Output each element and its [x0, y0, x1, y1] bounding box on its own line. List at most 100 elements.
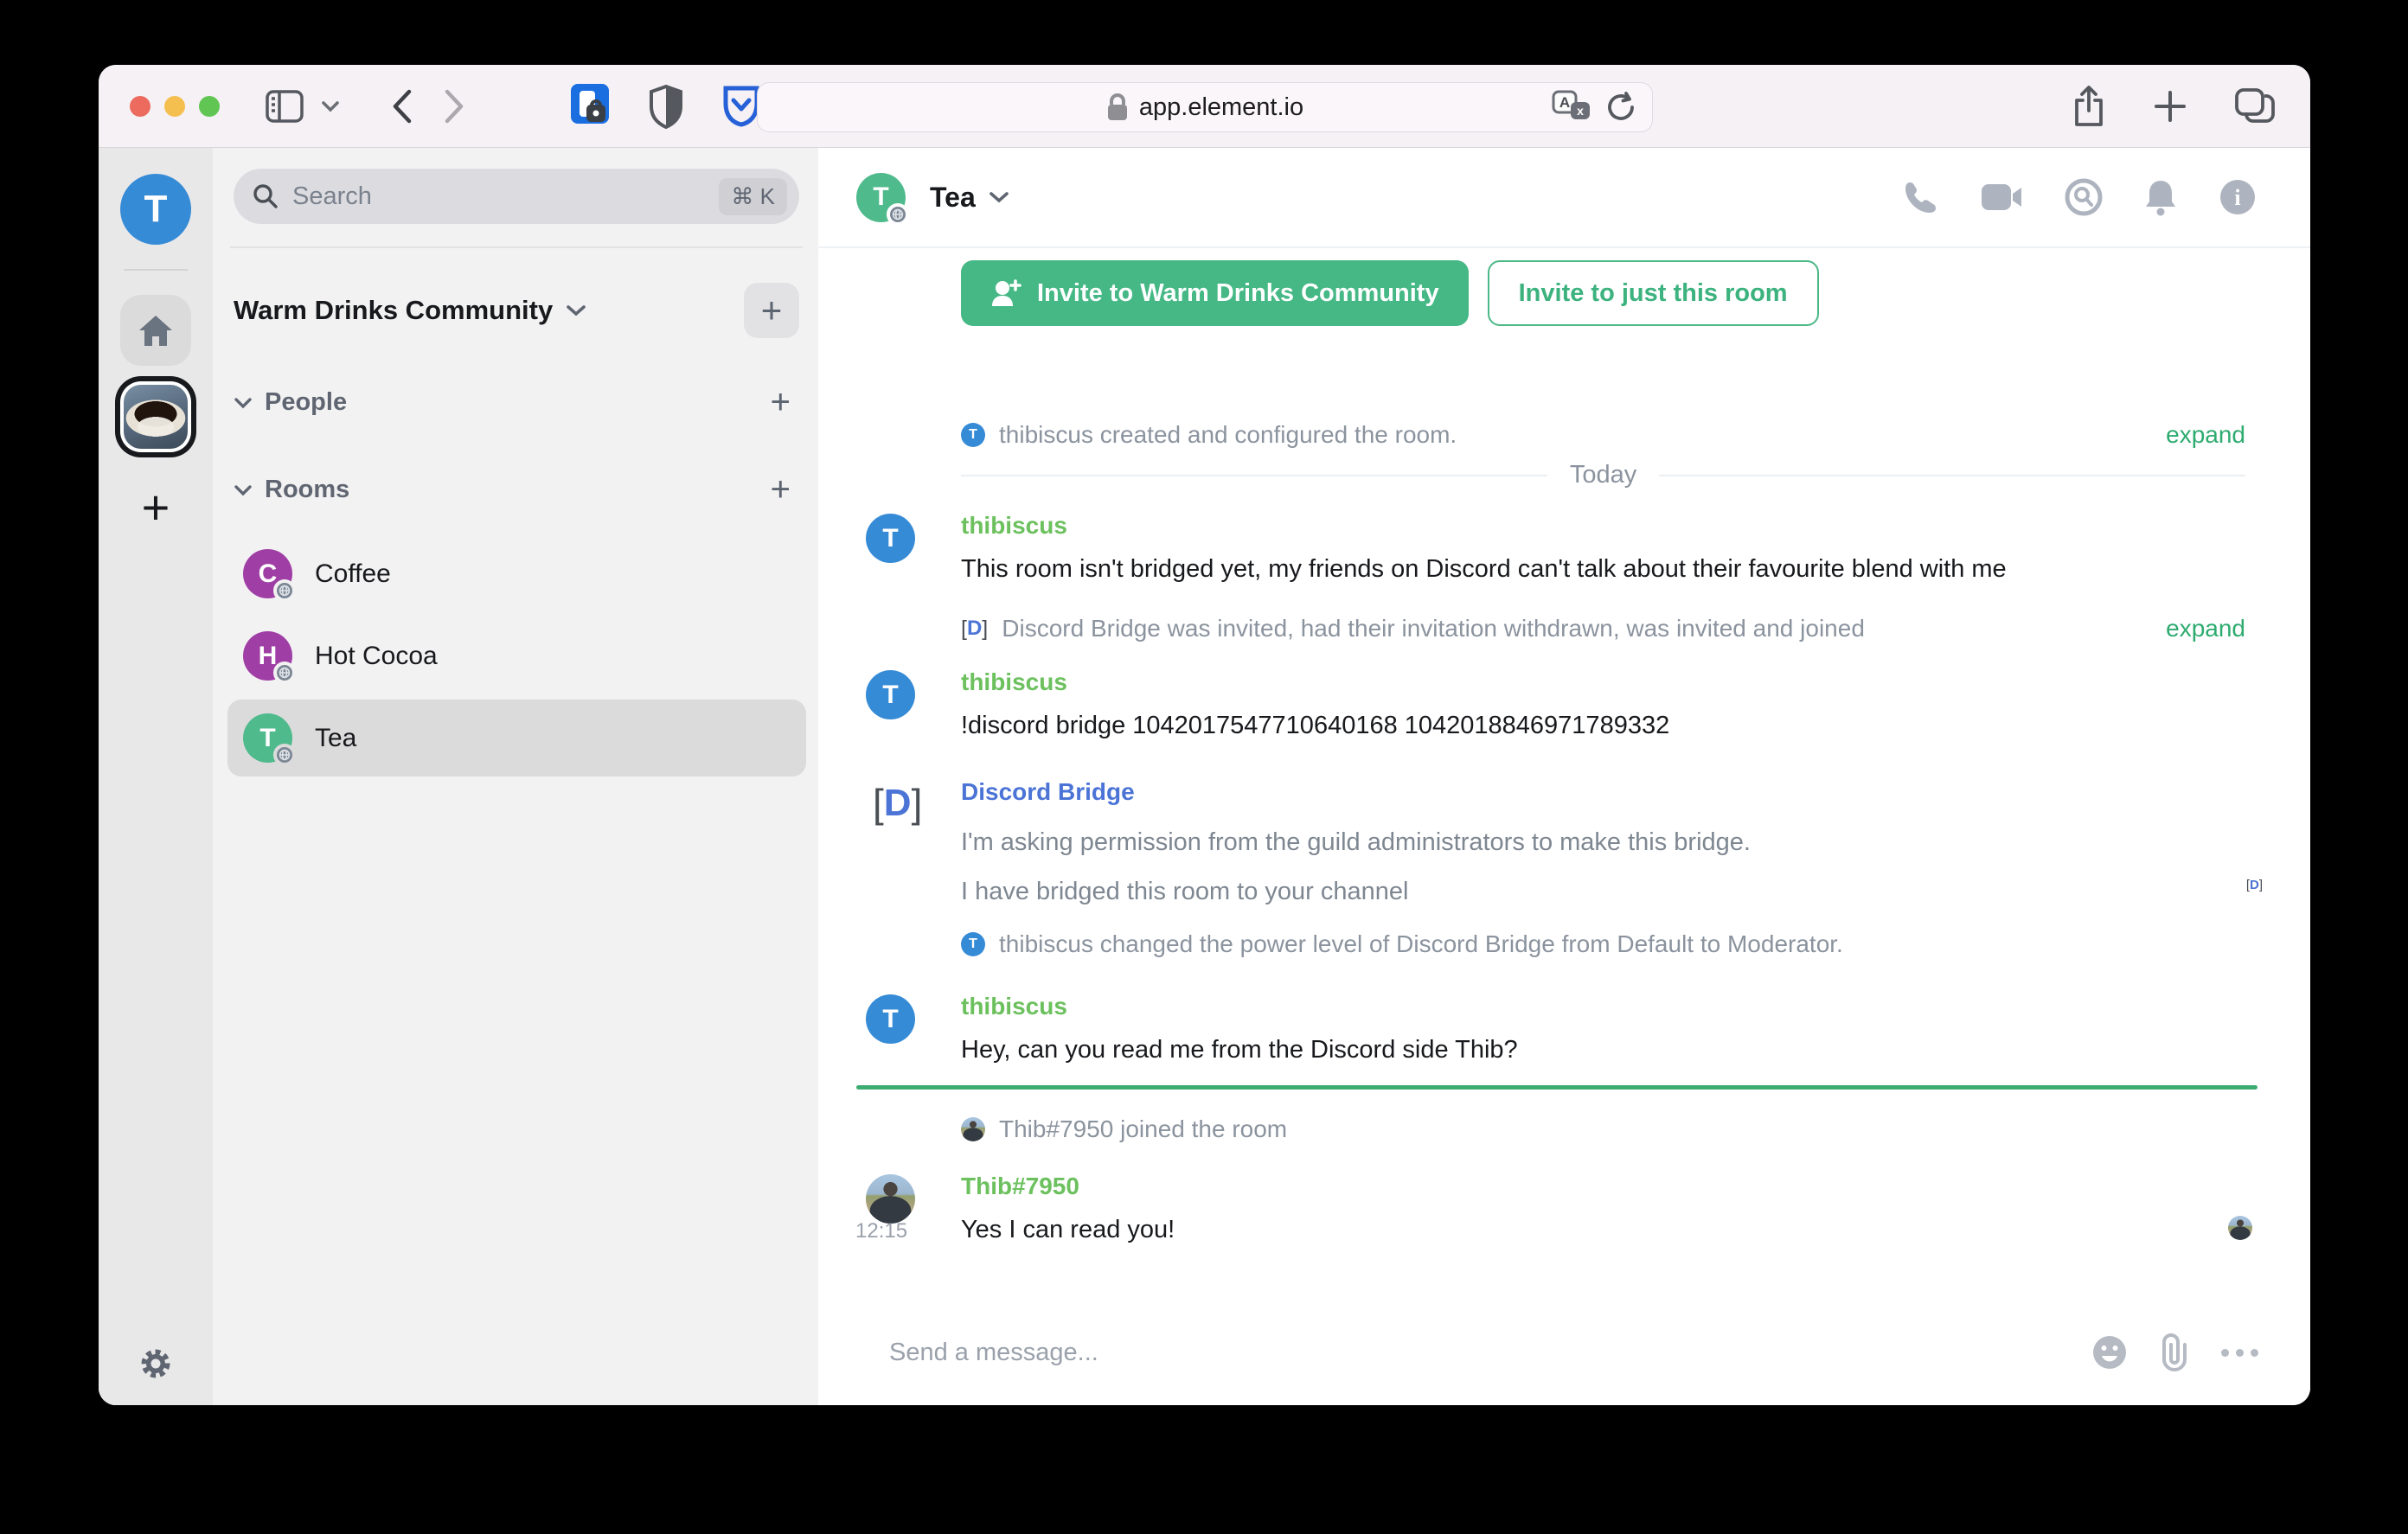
- sender-name[interactable]: thibiscus: [961, 512, 2245, 540]
- section-label: Rooms: [265, 476, 350, 503]
- room-avatar: T: [243, 713, 296, 766]
- user-avatar[interactable]: T: [120, 174, 191, 245]
- message-composer: [818, 1308, 2310, 1405]
- room-name: Tea: [315, 723, 357, 752]
- emoji-button[interactable]: [2091, 1334, 2128, 1371]
- invite-to-room-button[interactable]: Invite to just this room: [1487, 260, 1819, 326]
- room-list-panel: ⌘ K Warm Drinks Community + People + Roo…: [213, 148, 818, 1405]
- sidebar-toggle-icon[interactable]: [265, 89, 304, 124]
- new-tab-button[interactable]: [2153, 89, 2187, 124]
- browser-toolbar: app.element.io Ax: [99, 65, 2310, 148]
- svg-text:A: A: [1559, 94, 1570, 111]
- space-header[interactable]: Warm Drinks Community +: [234, 283, 799, 338]
- section-rooms[interactable]: Rooms +: [234, 470, 799, 509]
- power-level-event: T thibiscus changed the power level of D…: [961, 930, 2245, 958]
- create-space-button[interactable]: +: [142, 483, 170, 532]
- chevron-down-icon: [234, 397, 252, 408]
- spaces-sidebar: T +: [99, 148, 213, 1405]
- read-receipt-discord-bridge[interactable]: [D]: [2246, 878, 2263, 892]
- pocket-extension-icon[interactable]: [721, 85, 761, 128]
- sender-avatar[interactable]: thibiscusT: [866, 514, 915, 563]
- sender-avatar[interactable]: [866, 1174, 915, 1224]
- close-window-button[interactable]: [130, 95, 150, 117]
- home-button[interactable]: [120, 295, 191, 366]
- room-search-button[interactable]: [2065, 178, 2103, 216]
- message-thibiscus-2[interactable]: T thibiscus !discord bridge 104201754771…: [866, 668, 2245, 740]
- user-avatar-small: T: [961, 423, 985, 447]
- forward-button[interactable]: [443, 88, 465, 125]
- event-text: thibiscus created and configured the roo…: [999, 421, 1457, 448]
- message-discord-bridge[interactable]: [D] Discord Bridge I'm asking permission…: [873, 778, 2263, 958]
- room-created-event: T thibiscus created and configured the r…: [961, 421, 2245, 449]
- back-button[interactable]: [391, 88, 413, 125]
- add-to-space-button[interactable]: +: [744, 283, 799, 338]
- more-options-button[interactable]: [2221, 1348, 2258, 1357]
- sender-name[interactable]: Discord Bridge: [961, 778, 2245, 806]
- share-icon[interactable]: [2072, 85, 2106, 128]
- bridge-invited-event: [D] Discord Bridge was invited, had thei…: [961, 615, 2245, 642]
- room-header-avatar[interactable]: T: [856, 172, 909, 226]
- space-avatar-warm-drinks[interactable]: [120, 381, 191, 452]
- message-text: I'm asking permission from the guild adm…: [961, 828, 1751, 856]
- room-info-button[interactable]: i: [2219, 178, 2257, 216]
- room-avatar: C: [243, 549, 296, 602]
- zoom-window-button[interactable]: [199, 95, 220, 117]
- password-manager-extension-icon[interactable]: [569, 82, 611, 131]
- room-title[interactable]: Tea: [930, 182, 976, 214]
- read-receipt-thib[interactable]: [2228, 1216, 2252, 1240]
- video-call-button[interactable]: [1980, 181, 2025, 214]
- notifications-button[interactable]: [2142, 177, 2179, 217]
- chevron-down-icon: [565, 303, 587, 318]
- address-bar[interactable]: app.element.io Ax: [757, 82, 1653, 132]
- message-thibiscus-3[interactable]: T thibiscus Hey, can you read me from th…: [866, 993, 2245, 1064]
- public-room-globe-icon: [273, 579, 296, 602]
- sender-avatar[interactable]: T: [866, 670, 915, 719]
- message-timestamp: 12:15: [855, 1219, 908, 1243]
- room-item-tea[interactable]: T Tea: [227, 700, 806, 777]
- sender-name[interactable]: thibiscus: [961, 993, 2245, 1020]
- translate-icon[interactable]: Ax: [1552, 90, 1591, 125]
- sidebar-dropdown-chevron-icon[interactable]: [320, 99, 341, 113]
- minimize-window-button[interactable]: [164, 95, 185, 117]
- tab-overview-button[interactable]: [2234, 87, 2276, 125]
- sender-avatar[interactable]: [D]: [873, 780, 922, 827]
- message-timeline: Invite to Warm Drinks Community Invite t…: [818, 248, 2310, 1308]
- expand-link[interactable]: expand: [2166, 615, 2245, 642]
- shield-extension-icon[interactable]: [649, 84, 683, 129]
- thib-avatar-small: [961, 1117, 985, 1141]
- url-text: app.element.io: [1138, 93, 1304, 121]
- user-avatar-small: T: [961, 932, 985, 956]
- search-input[interactable]: [292, 182, 706, 211]
- sender-avatar[interactable]: T: [866, 994, 915, 1044]
- add-room-button[interactable]: +: [771, 470, 799, 509]
- sender-name[interactable]: thibiscus: [961, 668, 2245, 696]
- message-text: 12:15 Yes I can read you!: [855, 1216, 2252, 1244]
- room-item-coffee[interactable]: C Coffee: [227, 535, 806, 612]
- section-people[interactable]: People +: [234, 383, 799, 422]
- svg-text:i: i: [2234, 185, 2240, 210]
- message-thibiscus-1[interactable]: thibiscusT thibiscus This room isn't bri…: [866, 512, 2245, 584]
- message-input[interactable]: [889, 1338, 2065, 1367]
- date-separator: Today: [961, 461, 2245, 489]
- invite-banner: Invite to Warm Drinks Community Invite t…: [961, 260, 2245, 326]
- lock-icon: [1106, 93, 1129, 122]
- voice-call-button[interactable]: [1902, 178, 1940, 216]
- expand-link[interactable]: expand: [2166, 421, 2245, 449]
- public-room-globe-icon: [273, 744, 296, 766]
- settings-button[interactable]: [99, 1345, 213, 1383]
- space-name: Warm Drinks Community: [234, 295, 554, 325]
- search-icon: [253, 184, 278, 208]
- user-avatar-initial: T: [144, 188, 168, 230]
- unread-marker: [856, 1085, 2258, 1090]
- search-box[interactable]: ⌘ K: [234, 169, 799, 224]
- attachment-button[interactable]: [2159, 1333, 2190, 1371]
- search-shortcut-badge: ⌘ K: [719, 177, 787, 215]
- sender-name[interactable]: Thib#7950: [961, 1173, 2245, 1200]
- room-item-hot-cocoa[interactable]: H Hot Cocoa: [227, 617, 806, 694]
- svg-text:x: x: [1577, 104, 1584, 118]
- room-options-chevron-icon[interactable]: [988, 189, 1010, 205]
- message-thib[interactable]: Thib#7950 12:15 Yes I can read you!: [855, 1173, 2252, 1244]
- reload-icon[interactable]: [1605, 91, 1636, 124]
- invite-to-community-button[interactable]: Invite to Warm Drinks Community: [961, 260, 1469, 326]
- add-people-button[interactable]: +: [771, 383, 799, 422]
